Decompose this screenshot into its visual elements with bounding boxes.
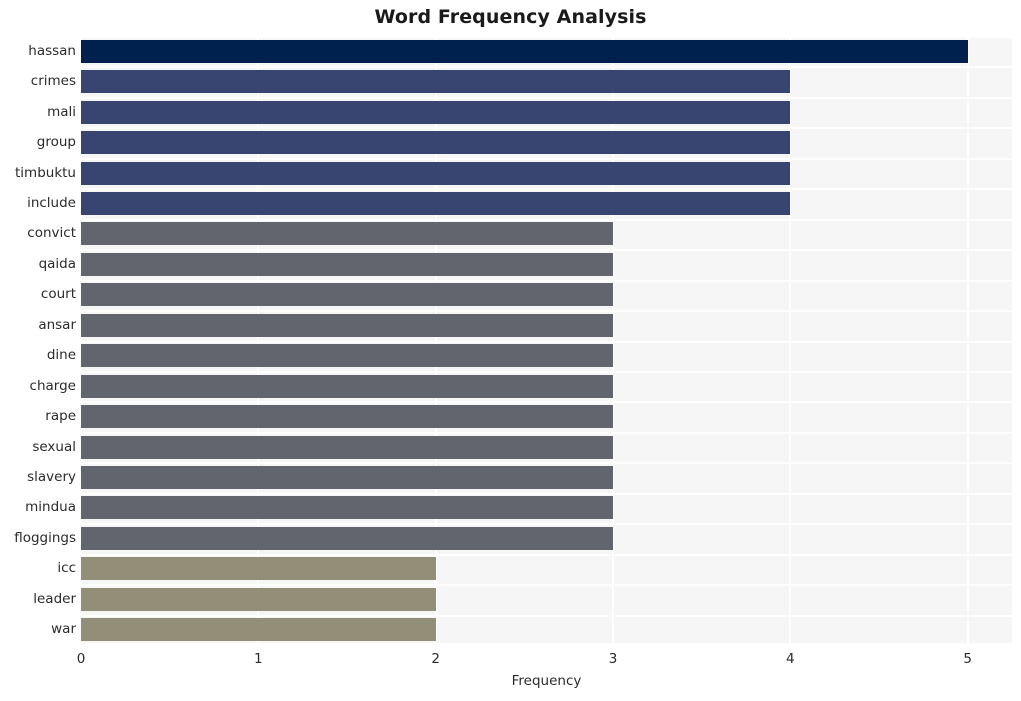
gridline-horizontal (81, 66, 1012, 68)
y-tick-label-war: war (51, 621, 76, 638)
gridline-horizontal (81, 97, 1012, 99)
bar-floggings[interactable] (81, 526, 613, 550)
bar-convict[interactable] (81, 222, 613, 246)
y-tick-label-include: include (27, 194, 76, 211)
y-tick-label-ansar: ansar (38, 316, 76, 333)
y-tick-label-qaida: qaida (38, 255, 76, 272)
x-tick-label-4: 4 (786, 651, 795, 667)
x-tick-label-1: 1 (254, 651, 263, 667)
bar-leader[interactable] (81, 587, 436, 611)
y-tick-label-leader: leader (33, 590, 76, 607)
bar-hassan[interactable] (81, 39, 968, 63)
bar-war[interactable] (81, 618, 436, 642)
y-tick-label-icc: icc (57, 560, 76, 577)
gridline-horizontal (81, 36, 1012, 38)
gridline-horizontal (81, 432, 1012, 434)
gridline-horizontal (81, 615, 1012, 617)
y-tick-label-timbuktu: timbuktu (15, 164, 76, 181)
gridline-horizontal (81, 219, 1012, 221)
y-tick-label-hassan: hassan (28, 42, 76, 59)
chart-title: Word Frequency Analysis (374, 6, 647, 28)
bar-ansar[interactable] (81, 313, 613, 337)
chart-figure: Word Frequency Analysis hassan crimes mali… (0, 0, 1021, 701)
gridline-horizontal (81, 371, 1012, 373)
x-tick-label-0: 0 (76, 651, 86, 667)
bar-dine[interactable] (81, 344, 613, 368)
gridline-horizontal (81, 310, 1012, 312)
y-tick-label-rape: rape (45, 408, 76, 425)
y-axis-tick-labels: hassan crimes mali group timbuktu include conv… (0, 36, 76, 645)
y-tick-label-crimes: crimes (30, 73, 76, 90)
gridline-horizontal (81, 158, 1012, 160)
x-axis-tick-labels: 0 1 2 3 4 5 (0, 645, 1021, 675)
bar-qaida[interactable] (81, 252, 613, 276)
y-tick-label-mali: mali (47, 103, 76, 120)
y-tick-label-dine: dine (46, 347, 76, 364)
bar-icc[interactable] (81, 557, 436, 581)
bar-crimes[interactable] (81, 70, 791, 94)
gridline-horizontal (81, 523, 1012, 525)
gridline-horizontal (81, 188, 1012, 190)
plot-area (81, 36, 1012, 645)
gridline-horizontal (81, 401, 1012, 403)
gridline-horizontal (81, 280, 1012, 282)
x-tick-label-5: 5 (963, 651, 972, 667)
bar-rape[interactable] (81, 405, 613, 429)
y-tick-label-slavery: slavery (27, 469, 76, 486)
x-tick-label-2: 2 (431, 651, 440, 667)
gridline-horizontal (81, 554, 1012, 556)
bar-mindua[interactable] (81, 496, 613, 520)
gridline-horizontal (81, 127, 1012, 129)
bar-timbuktu[interactable] (81, 161, 791, 185)
bar-charge[interactable] (81, 374, 613, 398)
bar-court[interactable] (81, 283, 613, 307)
y-tick-label-group: group (36, 134, 76, 151)
y-tick-label-sexual: sexual (32, 438, 76, 455)
bar-group[interactable] (81, 131, 791, 155)
gridline-horizontal (81, 249, 1012, 251)
bar-include[interactable] (81, 191, 791, 215)
bar-mali[interactable] (81, 100, 791, 124)
gridline-horizontal (81, 341, 1012, 343)
y-tick-label-mindua: mindua (25, 499, 76, 516)
gridline-horizontal (81, 493, 1012, 495)
y-tick-label-floggings: floggings (14, 529, 76, 546)
x-axis-title: Frequency (511, 673, 582, 689)
gridline-horizontal (81, 584, 1012, 586)
bar-slavery[interactable] (81, 466, 613, 490)
x-tick-label-3: 3 (608, 651, 618, 667)
y-tick-label-court: court (40, 286, 76, 303)
y-tick-label-convict: convict (27, 225, 76, 242)
bar-sexual[interactable] (81, 435, 613, 459)
gridline-horizontal (81, 462, 1012, 464)
y-tick-label-charge: charge (29, 377, 76, 394)
